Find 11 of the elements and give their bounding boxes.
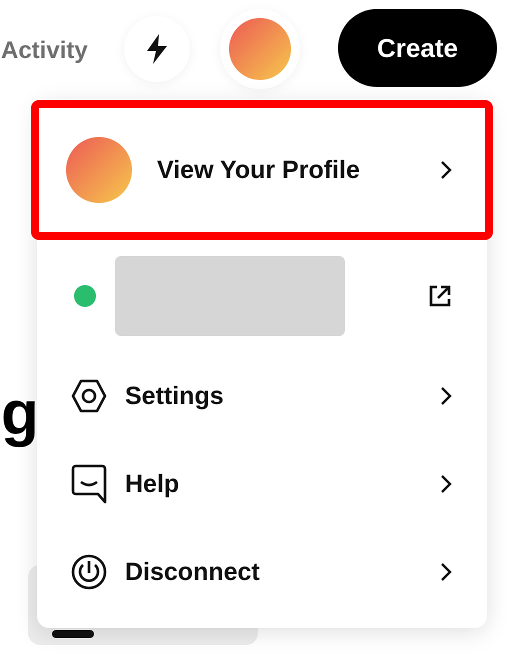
menu-label: Settings — [125, 382, 224, 410]
menu-item[interactable]: Disconnect — [37, 528, 487, 616]
menu-item[interactable]: Help — [37, 440, 487, 528]
menu-item[interactable]: Settings — [37, 352, 487, 440]
menu-label: Disconnect — [125, 558, 260, 586]
activity-link[interactable]: Activity — [1, 37, 88, 65]
menu-label: View Your Profile — [157, 156, 360, 184]
heading-text: g — [1, 383, 35, 445]
menu-item[interactable]: View Your Profile — [31, 100, 493, 240]
menu-label: Help — [125, 470, 180, 498]
create-button[interactable]: Create — [338, 9, 497, 87]
